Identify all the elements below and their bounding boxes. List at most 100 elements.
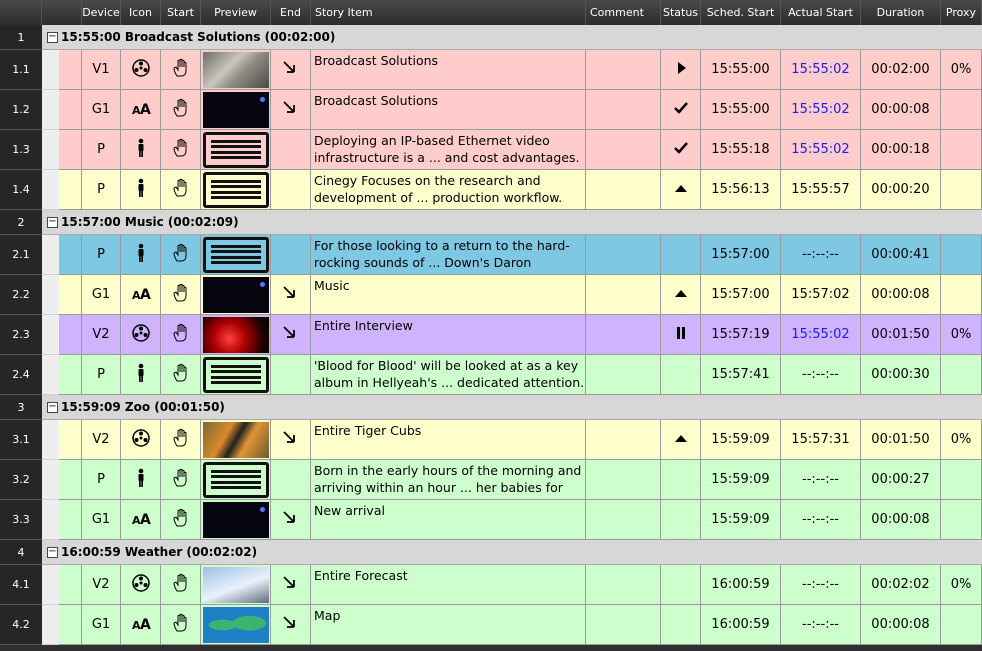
cell-status[interactable] [661,235,701,275]
cell-preview[interactable] [201,420,271,460]
story-row[interactable]: 3.2 P Born in the early hours of the morni… [0,460,982,500]
collapse-toggle-icon[interactable]: − [47,217,58,228]
cell-preview[interactable] [201,50,271,90]
preview-thumbnail[interactable] [202,171,269,208]
cell-proxy[interactable]: 0% [941,315,982,355]
cell-story[interactable]: Born in the early hours of the morning a… [311,460,586,500]
cell-sched[interactable]: 15:55:00 [701,90,781,130]
cell-actual[interactable]: 15:55:02 [781,130,861,170]
cell-preview[interactable] [201,315,271,355]
cell-actual[interactable]: --:--:-- [781,355,861,395]
header-preview[interactable]: Preview [201,0,271,25]
cell-end[interactable] [271,235,311,275]
collapse-toggle-icon[interactable]: − [47,32,58,43]
cell-end[interactable] [271,500,311,540]
cell-icon[interactable] [121,355,161,395]
cell-duration[interactable]: 00:01:50 [861,420,941,460]
cell-end[interactable] [271,460,311,500]
cell-icon[interactable] [121,130,161,170]
cell-sched[interactable]: 16:00:59 [701,605,781,645]
cell-device[interactable]: V2 [82,420,121,460]
cell-status[interactable] [661,90,701,130]
cell-duration[interactable]: 00:00:41 [861,235,941,275]
cell-icon[interactable] [121,170,161,210]
preview-thumbnail[interactable] [202,276,269,313]
cell-icon[interactable] [121,50,161,90]
cell-actual[interactable]: 15:57:31 [781,420,861,460]
cell-status[interactable] [661,50,701,90]
cell-duration[interactable]: 00:00:08 [861,90,941,130]
cell-sched[interactable]: 15:57:00 [701,275,781,315]
cell-story[interactable]: Broadcast Solutions [311,50,586,90]
cell-story[interactable]: New arrival [311,500,586,540]
cell-preview[interactable] [201,275,271,315]
cell-duration[interactable]: 00:00:08 [861,500,941,540]
header-proxy[interactable]: Proxy [941,0,982,25]
cell-end[interactable] [271,130,311,170]
cell-icon[interactable] [121,315,161,355]
cell-proxy[interactable]: 0% [941,565,982,605]
cell-device[interactable]: V1 [82,50,121,90]
preview-thumbnail[interactable] [202,356,269,393]
header-device[interactable]: Device [82,0,121,25]
header-end[interactable]: End [271,0,311,25]
group-header[interactable]: 1−15:55:00 Broadcast Solutions (00:02:00… [0,25,982,50]
cell-sched[interactable]: 15:59:09 [701,460,781,500]
cell-actual[interactable]: --:--:-- [781,500,861,540]
cell-proxy[interactable] [941,275,982,315]
group-header[interactable]: 2−15:57:00 Music (00:02:09) [0,210,982,235]
cell-device[interactable]: P [82,170,121,210]
cell-device[interactable]: P [82,460,121,500]
collapse-toggle-icon[interactable]: − [47,547,58,558]
cell-icon[interactable] [121,235,161,275]
cell-story[interactable]: Deploying an IP-based Ethernet video inf… [311,130,586,170]
cell-actual[interactable]: --:--:-- [781,565,861,605]
cell-device[interactable]: P [82,235,121,275]
cell-status[interactable] [661,500,701,540]
preview-thumbnail[interactable] [202,501,269,538]
collapse-toggle-icon[interactable]: − [47,402,58,413]
cell-sched[interactable]: 15:57:19 [701,315,781,355]
story-row[interactable]: 1.2 G1 A A Broadcast Solutions 15:55:00 15:55:… [0,90,982,130]
cell-duration[interactable]: 00:01:50 [861,315,941,355]
cell-story[interactable]: Entire Interview [311,315,586,355]
cell-status[interactable] [661,460,701,500]
cell-preview[interactable] [201,235,271,275]
header-icon[interactable]: Icon [121,0,161,25]
preview-thumbnail[interactable] [202,316,269,353]
cell-preview[interactable] [201,460,271,500]
cell-proxy[interactable] [941,235,982,275]
cell-start[interactable] [161,420,201,460]
cell-actual[interactable]: 15:55:02 [781,90,861,130]
cell-end[interactable] [271,605,311,645]
story-row[interactable]: 2.2 G1 A A Music 15:57:00 15:57:02 00:00:08 [0,275,982,315]
group-header[interactable]: 3−15:59:09 Zoo (00:01:50) [0,395,982,420]
cell-proxy[interactable]: 0% [941,420,982,460]
cell-start[interactable] [161,565,201,605]
cell-end[interactable] [271,90,311,130]
preview-thumbnail[interactable] [202,91,269,128]
cell-start[interactable] [161,315,201,355]
cell-start[interactable] [161,170,201,210]
cell-end[interactable] [271,420,311,460]
story-row[interactable]: 3.1 V2 Entire Tiger Cubs 15:59:09 15:57:31 00… [0,420,982,460]
cell-sched[interactable]: 15:55:18 [701,130,781,170]
cell-actual[interactable]: 15:57:02 [781,275,861,315]
header-story[interactable]: Story Item [311,0,586,25]
preview-thumbnail[interactable] [202,461,269,498]
cell-story[interactable]: Broadcast Solutions [311,90,586,130]
preview-thumbnail[interactable] [202,566,269,603]
preview-thumbnail[interactable] [202,421,269,458]
cell-story[interactable]: Music [311,275,586,315]
cell-preview[interactable] [201,130,271,170]
cell-actual[interactable]: --:--:-- [781,605,861,645]
cell-proxy[interactable] [941,460,982,500]
cell-status[interactable] [661,565,701,605]
cell-proxy[interactable] [941,355,982,395]
cell-start[interactable] [161,500,201,540]
header-start[interactable]: Start [161,0,201,25]
cell-sched[interactable]: 15:57:00 [701,235,781,275]
preview-thumbnail[interactable] [202,606,269,643]
cell-proxy[interactable]: 0% [941,50,982,90]
story-row[interactable]: 2.3 V2 Entire Interview 15:57:19 15:55:02 00:… [0,315,982,355]
